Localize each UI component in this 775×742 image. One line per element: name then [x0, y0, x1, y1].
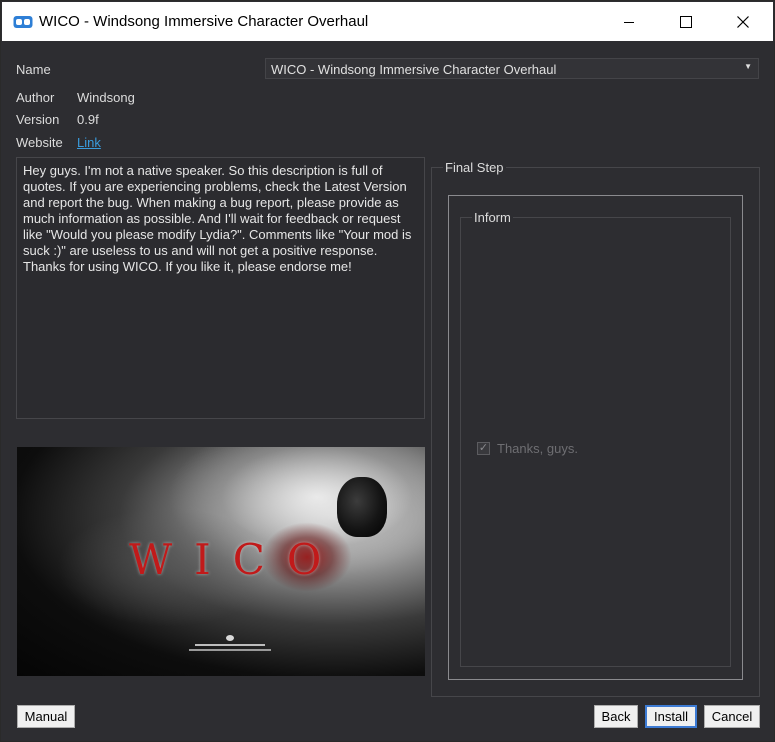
maximize-icon	[680, 16, 692, 28]
version-label: Version	[16, 112, 60, 127]
minimize-button[interactable]	[601, 3, 657, 41]
installer-window: WICO - Windsong Immersive Character Over…	[0, 0, 775, 742]
app-icon	[13, 16, 33, 28]
author-value: Windsong	[77, 90, 135, 105]
banner-logo: WICO	[129, 535, 344, 584]
version-value: 0.9f	[77, 112, 99, 127]
website-link[interactable]: Link	[77, 135, 101, 150]
cancel-button[interactable]: Cancel	[704, 705, 760, 728]
mod-banner-image: WICO	[17, 447, 425, 676]
banner-credits	[175, 635, 285, 651]
description-textbox[interactable]: Hey guys. I'm not a native speaker. So t…	[16, 157, 425, 419]
minimize-icon	[624, 22, 634, 23]
close-button[interactable]	[715, 3, 771, 41]
checkbox[interactable]: ✓	[477, 442, 490, 455]
checkmark-icon: ✓	[478, 442, 489, 454]
option-label: Thanks, guys.	[497, 441, 578, 456]
website-label: Website	[16, 135, 63, 150]
final-step-title: Final Step	[443, 160, 506, 175]
install-button[interactable]: Install	[645, 705, 697, 728]
name-select-value: WICO - Windsong Immersive Character Over…	[271, 62, 557, 77]
inform-group-title: Inform	[472, 210, 513, 225]
close-icon	[737, 16, 749, 28]
manual-button[interactable]: Manual	[17, 705, 75, 728]
back-button[interactable]: Back	[594, 705, 638, 728]
name-select[interactable]: WICO - Windsong Immersive Character Over…	[265, 58, 759, 79]
author-label: Author	[16, 90, 55, 105]
window-title: WICO - Windsong Immersive Character Over…	[39, 13, 369, 30]
chevron-down-icon: ▼	[744, 62, 752, 71]
name-label: Name	[16, 62, 51, 77]
maximize-button[interactable]	[658, 3, 714, 41]
title-bar[interactable]: WICO - Windsong Immersive Character Over…	[2, 2, 773, 41]
option-thanks-guys[interactable]: ✓ Thanks, guys.	[477, 441, 578, 456]
banner-skull	[337, 477, 387, 537]
